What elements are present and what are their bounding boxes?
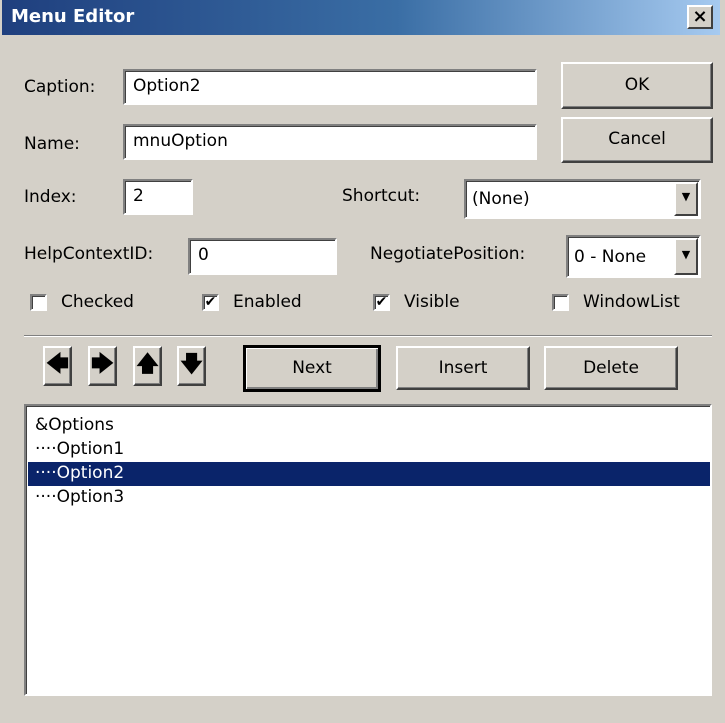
close-button[interactable]: × [687,5,713,29]
shortcut-combo[interactable]: (None) ▼ [464,179,701,219]
windowlist-checkbox[interactable] [552,294,569,311]
insert-button[interactable]: Insert [396,346,530,390]
help-context-label: HelpContextID: [24,244,154,264]
checked-checkbox[interactable] [30,294,47,311]
window-title: Menu Editor [11,6,135,27]
move-down-button[interactable]: 🡇 [177,346,206,386]
negotiate-position-label: NegotiatePosition: [370,244,526,264]
cancel-button[interactable]: Cancel [561,117,713,163]
title-bar[interactable]: Menu Editor × [2,0,720,35]
name-label: Name: [24,134,80,154]
windowlist-label[interactable]: WindowList [583,292,680,312]
arrow-up-icon: 🡅 [136,352,159,377]
move-left-button[interactable]: 🡄 [43,346,72,386]
arrow-right-icon: 🡆 [91,352,114,377]
list-item-selected[interactable]: ····Option2 [28,462,710,486]
move-up-button[interactable]: 🡅 [133,346,162,386]
separator [24,335,712,337]
menu-items-list[interactable]: &Options ····Option1 ····Option2 ····Opt… [24,404,712,696]
next-button[interactable]: Next [243,345,381,392]
enabled-label[interactable]: Enabled [233,292,302,312]
visible-checkbox[interactable]: ✔ [373,294,390,311]
index-label: Index: [24,187,77,207]
close-icon: × [692,6,708,27]
caption-field[interactable]: Option2 [123,69,537,105]
caption-label: Caption: [24,77,96,97]
checked-label[interactable]: Checked [61,292,134,312]
help-context-field[interactable]: 0 [188,238,337,275]
enabled-checkbox[interactable]: ✔ [202,294,219,311]
negotiate-position-value: 0 - None [574,247,647,267]
check-icon: ✔ [375,294,388,310]
name-field[interactable]: mnuOption [123,124,537,160]
menu-editor-window: Menu Editor × Caption: Option2 Name: mnu… [0,0,725,723]
negotiate-position-combo[interactable]: 0 - None ▼ [566,235,701,278]
check-icon: ✔ [204,294,217,310]
arrow-down-icon: 🡇 [180,352,203,377]
list-item[interactable]: ····Option1 [28,438,710,462]
arrow-left-icon: 🡄 [46,352,69,377]
list-item[interactable]: ····Option3 [28,486,710,510]
shortcut-value: (None) [472,189,530,209]
shortcut-label: Shortcut: [342,186,421,206]
move-right-button[interactable]: 🡆 [88,346,117,386]
list-item[interactable]: &Options [28,414,710,438]
chevron-down-icon[interactable]: ▼ [674,182,698,216]
delete-button[interactable]: Delete [544,346,678,390]
index-field[interactable]: 2 [123,179,193,215]
visible-label[interactable]: Visible [404,292,460,312]
ok-button[interactable]: OK [561,62,713,109]
chevron-down-icon[interactable]: ▼ [674,238,698,275]
